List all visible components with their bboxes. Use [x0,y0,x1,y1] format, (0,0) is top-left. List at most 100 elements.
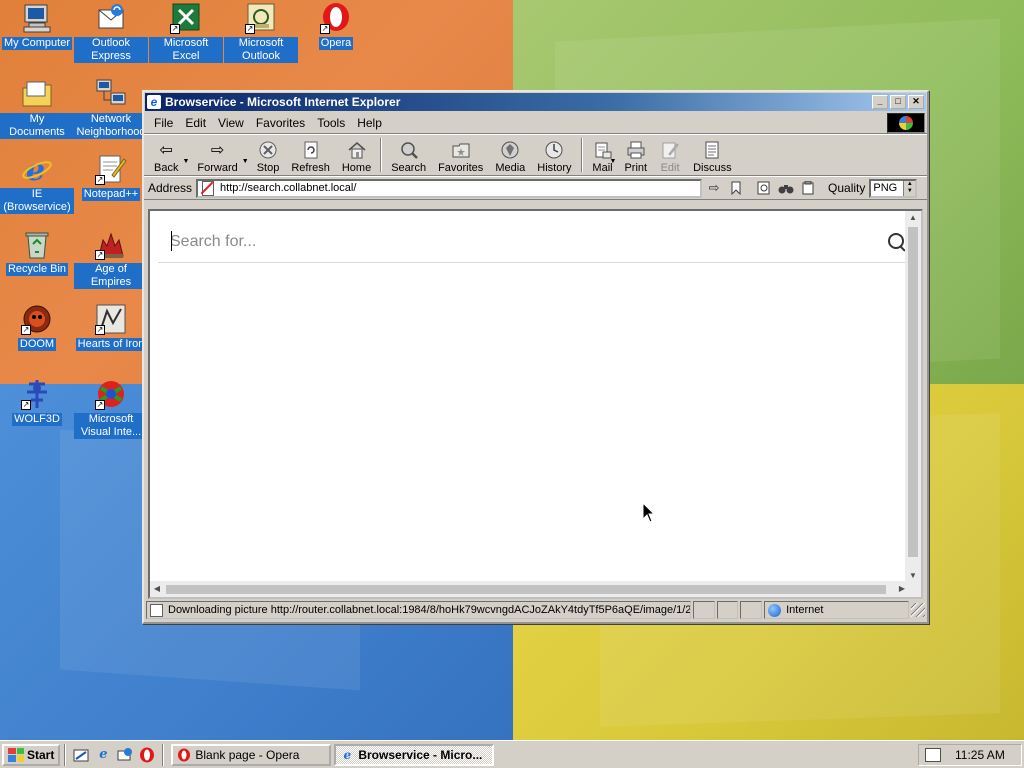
desktop-icon-label: Microsoft Visual Inte... [74,413,148,439]
desktop-icon-label: Age of Empires [74,263,148,289]
stop-icon [257,140,279,160]
favorites-folder-icon [450,140,472,160]
clipboard-icon[interactable] [798,179,818,197]
menu-favorites[interactable]: Favorites [250,116,311,130]
opera-icon [176,747,192,763]
desktop-icon-visual-interdev[interactable]: ↗ Microsoft Visual Inte... [74,378,148,439]
back-dropdown-arrow[interactable]: ▼ [182,146,189,165]
search-button[interactable]: Search [385,136,432,174]
status-bar: Downloading picture http://router.collab… [146,600,925,620]
quality-select[interactable]: PNG ▲ ▼ [869,178,918,198]
scroll-up-arrow[interactable]: ▲ [905,211,921,225]
vertical-scrollbar[interactable]: ▲ ▼ [905,211,921,583]
resize-grip-icon[interactable] [911,603,925,617]
discuss-button[interactable]: Discuss [687,136,738,174]
menu-tools[interactable]: Tools [311,116,351,130]
maximize-button[interactable]: □ [890,95,906,109]
system-tray: 11:25 AM [918,744,1022,766]
outlook-express-icon[interactable] [116,746,134,764]
menu-edit[interactable]: Edit [179,116,212,130]
history-button[interactable]: History [531,136,577,174]
back-button[interactable]: ⇦ Back [148,136,184,174]
visual-interdev-icon: ↗ [95,378,127,410]
history-label: History [537,162,572,174]
edit-button[interactable]: Edit [653,136,687,174]
discuss-label: Discuss [693,162,732,174]
desktop-icon-microsoft-outlook[interactable]: ↗ Microsoft Outlook [224,2,298,63]
desktop-icon-microsoft-excel[interactable]: ↗ Microsoft Excel [149,2,223,63]
vertical-scroll-thumb[interactable] [908,227,918,557]
internet-explorer-icon[interactable]: e [94,746,112,764]
horizontal-scrollbar[interactable]: ◀ ▶ [150,581,909,597]
wolf3d-icon: ↗ [21,378,53,410]
shortcut-arrow-icon: ↗ [21,325,31,335]
home-icon [346,140,368,160]
go-arrow-icon[interactable]: ⇨ [704,179,724,197]
scroll-left-arrow[interactable]: ◀ [150,581,164,597]
internet-explorer-icon: e [147,95,161,109]
internet-globe-icon [768,603,782,617]
binoculars-icon[interactable] [776,179,796,197]
bookmark-icon[interactable] [726,179,746,197]
find-page-icon[interactable] [754,179,774,197]
desktop-icon-opera[interactable]: ↗ Opera [299,2,373,50]
clock[interactable]: 11:25 AM [955,748,1005,762]
shortcut-arrow-icon: ↗ [95,250,105,260]
desktop-icon-hearts-of-iron[interactable]: ↗ Hearts of Iron [74,303,148,351]
desktop-icon-notepad-plus-plus[interactable]: ↗ Notepad++ [74,153,148,201]
desktop-icon-doom[interactable]: ↗ DOOM [0,303,74,351]
shortcut-arrow-icon: ↗ [170,24,180,34]
search-input[interactable] [158,229,886,254]
taskbar-button-opera[interactable]: Blank page - Opera [171,743,332,766]
internet-explorer-icon: e [343,747,352,762]
desktop-icon-outlook-express[interactable]: Outlook Express [74,2,148,63]
taskbar-button-label: Blank page - Opera [195,747,300,762]
opera-icon[interactable] [138,746,156,764]
favorites-button[interactable]: Favorites [432,136,489,174]
my-computer-icon [21,2,53,34]
media-label: Media [495,162,526,174]
menu-view[interactable]: View [212,116,250,130]
menu-help[interactable]: Help [351,116,388,130]
minimize-button[interactable]: _ [872,95,888,109]
windows-throbber-logo [887,113,925,133]
desktop-icon-recycle-bin[interactable]: Recycle Bin [0,228,74,276]
excel-icon: ↗ [170,2,202,34]
back-label: Back [154,162,179,174]
my-documents-icon [21,78,53,110]
quality-spinner[interactable]: ▲ ▼ [903,180,916,196]
media-button[interactable]: Media [489,136,531,174]
window-titlebar[interactable]: e Browservice - Microsoft Internet Explo… [145,93,926,111]
desktop-icon-ie-browservice[interactable]: e IE (Browservice) [0,153,74,214]
menu-file[interactable]: File [148,116,179,130]
forward-button[interactable]: ⇨ Forward [191,136,243,174]
internet-explorer-icon: e [21,153,53,188]
close-button[interactable]: ✕ [908,95,924,109]
show-desktop-icon[interactable] [72,746,90,764]
taskbar-button-label: Browservice - Micro... [358,747,483,762]
print-button[interactable]: Print [618,136,653,174]
mail-dropdown-arrow[interactable]: ▼ [610,146,617,165]
desktop-icon-wolf3d[interactable]: ↗ WOLF3D [0,378,74,426]
desktop-icon-label: Microsoft Outlook [224,37,298,63]
shortcut-arrow-icon: ↗ [95,400,105,410]
desktop-icon-my-documents[interactable]: My Documents [0,78,74,139]
stop-button[interactable]: Stop [251,136,286,174]
page-viewport: ▲ ▼ ◀ ▶ [148,209,923,599]
address-input[interactable]: http://search.collabnet.local/ [196,178,703,198]
forward-dropdown-arrow[interactable]: ▼ [242,146,249,165]
desktop-icon-network-neighborhood[interactable]: Network Neighborhood [74,78,148,139]
horizontal-scroll-thumb[interactable] [166,585,886,594]
address-url: http://search.collabnet.local/ [220,182,357,194]
desktop-icon-my-computer[interactable]: My Computer [0,2,74,50]
standard-toolbar: ⇦ Back ▼ ⇨ Forward ▼ Stop Refresh Home S… [144,134,927,176]
start-button[interactable]: Start [2,743,61,766]
desktop-icon-age-of-empires[interactable]: ↗ Age of Empires [74,228,148,289]
refresh-button[interactable]: Refresh [285,136,336,174]
media-icon [499,140,521,160]
home-button[interactable]: Home [336,136,377,174]
taskbar-button-browservice[interactable]: e Browservice - Micro... [334,743,495,766]
desktop-icon-label: Outlook Express [74,37,148,63]
forward-arrow-icon: ⇨ [210,142,225,159]
display-settings-icon[interactable] [925,748,941,762]
